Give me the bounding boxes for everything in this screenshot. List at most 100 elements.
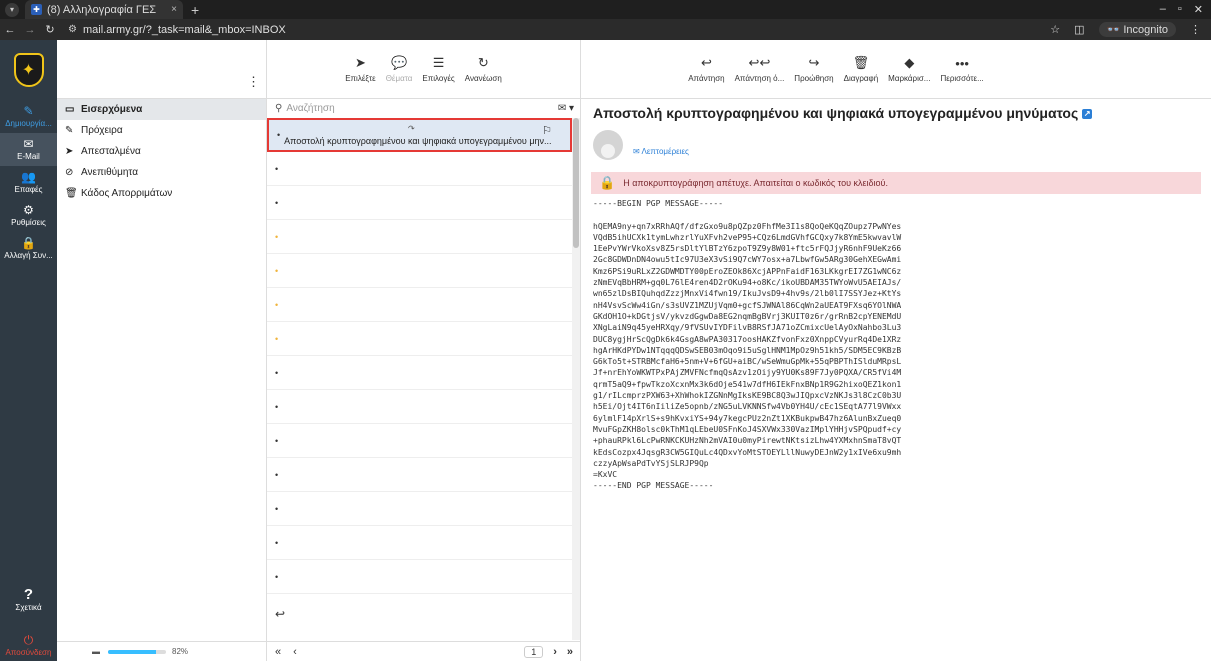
folder-sent[interactable]: ➤ Απεσταλμένα (57, 141, 266, 162)
folder-trash[interactable]: 🗑 Κάδος Απορριμάτων (57, 183, 266, 204)
threads-label: Θέματα (385, 74, 413, 83)
refresh-button[interactable]: ↻ Ανανέωση (465, 55, 502, 83)
unread-dot-icon: • (275, 435, 279, 446)
list-item[interactable]: • (267, 424, 572, 458)
reload-icon[interactable]: ↻ (40, 23, 60, 36)
list-item[interactable]: • (267, 560, 572, 594)
next-page-button[interactable]: › (553, 646, 557, 658)
tag-icon: ◆ (904, 55, 915, 70)
list-item[interactable]: • (267, 526, 572, 560)
reply-all-button[interactable]: ↩↩ Απάντηση ό... (735, 55, 785, 83)
list-scrollbar[interactable] (572, 118, 580, 640)
site-info-icon[interactable]: ⚙ (68, 24, 77, 35)
flag-icon[interactable]: ⚐ (542, 124, 552, 137)
reply-icon: ↩ (700, 55, 712, 70)
extensions-icon[interactable]: ◫ (1074, 23, 1084, 36)
avatar (593, 130, 623, 160)
list-item[interactable]: • (267, 458, 572, 492)
unread-dot-icon: • (275, 537, 279, 548)
unread-dot-icon: • (275, 503, 279, 514)
prev-page-button[interactable]: ‹ (293, 646, 297, 658)
rail-logout[interactable]: ⏻ Αποσύνδεση (0, 629, 57, 662)
rail-contacts[interactable]: 👥 Επαφές (0, 166, 57, 199)
search-bar[interactable]: ⚲ Αναζήτηση ✉ ▾ (267, 99, 580, 118)
more-button[interactable]: ••• Περισσότε... (940, 56, 983, 83)
forward-button[interactable]: ↪ Προώθηση (794, 55, 833, 83)
more-label: Περισσότε... (940, 73, 984, 83)
trash-icon: 🗑 (852, 55, 870, 70)
browser-tab-bar: ▾ ✚ (8) Αλληλογραφία ΓΕΣ × + – ▫ ✕ (0, 0, 1211, 19)
list-item[interactable]: • (267, 322, 572, 356)
list-item[interactable]: • (267, 152, 572, 186)
forward-icon[interactable]: → (20, 24, 40, 36)
maximize-icon[interactable]: ▫ (1178, 3, 1182, 16)
folder-menu-icon[interactable]: ⋮ (247, 74, 260, 90)
tab-close-icon[interactable]: × (171, 4, 177, 15)
list-item[interactable]: • (267, 186, 572, 220)
list-item[interactable]: • (267, 492, 572, 526)
window-controls: – ▫ ✕ (1160, 3, 1211, 16)
select-button[interactable]: ➤ Επιλέξτε (345, 55, 376, 83)
rail-settings[interactable]: ⚙ Ρυθμίσεις (0, 199, 57, 232)
reply-button[interactable]: ↩ Απάντηση (688, 55, 724, 83)
list-item[interactable]: • (267, 356, 572, 390)
open-external-icon[interactable]: ↗ (1082, 109, 1093, 120)
delete-button[interactable]: 🗑 Διαγραφή (844, 55, 879, 83)
folders-header: ⋮ (57, 40, 266, 99)
search-input[interactable]: Αναζήτηση (286, 103, 334, 114)
send-icon: ➤ (65, 146, 74, 157)
list-item[interactable]: • (267, 390, 572, 424)
folder-spam[interactable]: ⊘ Ανεπιθύμητα (57, 162, 266, 183)
last-page-button[interactable]: » (567, 646, 573, 658)
rail-password[interactable]: 🔒 Αλλαγή Συν... (0, 232, 57, 265)
bookmark-star-icon[interactable]: ☆ (1050, 23, 1060, 36)
minimize-icon[interactable]: – (1160, 3, 1166, 16)
details-link[interactable]: ✉ Λεπτομέρειες (633, 147, 689, 156)
rail-about[interactable]: ? Σχετικά (0, 584, 57, 617)
reply-all-icon: ↩↩ (748, 55, 771, 70)
scrollbar-thumb[interactable] (573, 118, 579, 248)
disk-icon: ▬ (92, 647, 100, 656)
unread-dot-icon: • (275, 367, 279, 378)
options-button[interactable]: ☰ Επιλογές (422, 55, 454, 83)
quota-fill (108, 649, 156, 654)
list-item[interactable]: • (267, 220, 572, 254)
unread-dot-icon: • (275, 299, 279, 310)
rail-compose[interactable]: ✎ Δημιουργία... (0, 100, 57, 133)
first-page-button[interactable]: « (275, 646, 281, 658)
folder-inbox[interactable]: ▭ Εισερχόμενα (57, 99, 266, 120)
unread-dot-icon: • (275, 333, 279, 344)
refresh-icon: ↻ (477, 55, 489, 70)
browser-tab[interactable]: ✚ (8) Αλληλογραφία ΓΕΣ × (25, 0, 183, 19)
unread-dot-icon: • (275, 163, 279, 174)
mark-button[interactable]: ◆ Μαρκάρισ... (888, 55, 930, 83)
unread-dot-icon: • (275, 265, 279, 276)
back-icon[interactable]: ← (0, 24, 20, 36)
list-item[interactable]: • (267, 254, 572, 288)
message-list-panel: ➤ Επιλέξτε 💬 Θέματα ☰ Επιλογές ↻ Ανανέωσ… (267, 40, 581, 661)
threads-button[interactable]: 💬 Θέματα (386, 55, 413, 83)
logo[interactable]: ✦ (0, 40, 57, 100)
close-window-icon[interactable]: ✕ (1194, 3, 1203, 16)
url-text[interactable]: mail.army.gr/?_task=mail&_mbox=INBOX (83, 24, 286, 36)
unread-dot-icon: • (275, 401, 279, 412)
folder-drafts[interactable]: ✎ Πρόχειρα (57, 120, 266, 141)
new-tab-button[interactable]: + (191, 2, 199, 18)
delete-label: Διαγραφή (843, 74, 879, 83)
replied-icon: ↩ (275, 607, 286, 621)
threads-icon: 💬 (390, 55, 408, 70)
list-item[interactable]: • (267, 288, 572, 322)
pagination: « ‹ 1 › » (267, 641, 581, 661)
browser-menu-icon[interactable]: ⋮ (1190, 23, 1201, 36)
list-toolbar: ➤ Επιλέξτε 💬 Θέματα ☰ Επιλογές ↻ Ανανέωσ… (267, 40, 580, 99)
search-options-icon[interactable]: ✉ ▾ (558, 103, 580, 114)
rail-mail[interactable]: ✉ E-Mail (0, 133, 57, 166)
tab-title: (8) Αλληλογραφία ΓΕΣ (47, 3, 157, 16)
incognito-badge[interactable]: 👓 Incognito (1098, 22, 1176, 37)
list-item[interactable]: ↷ ⚐ • Αποστολή κρυπτογραφημένου και ψηφι… (267, 118, 572, 152)
page-number-input[interactable]: 1 (524, 645, 544, 658)
tab-search-chevron-icon[interactable]: ▾ (5, 2, 19, 17)
folder-list: ⋮ ▭ Εισερχόμενα ✎ Πρόχειρα ➤ Απεσταλμένα… (57, 40, 267, 661)
url-field[interactable]: ⚙ mail.army.gr/?_task=mail&_mbox=INBOX (68, 21, 1050, 38)
unread-dot-icon: • (275, 231, 279, 242)
